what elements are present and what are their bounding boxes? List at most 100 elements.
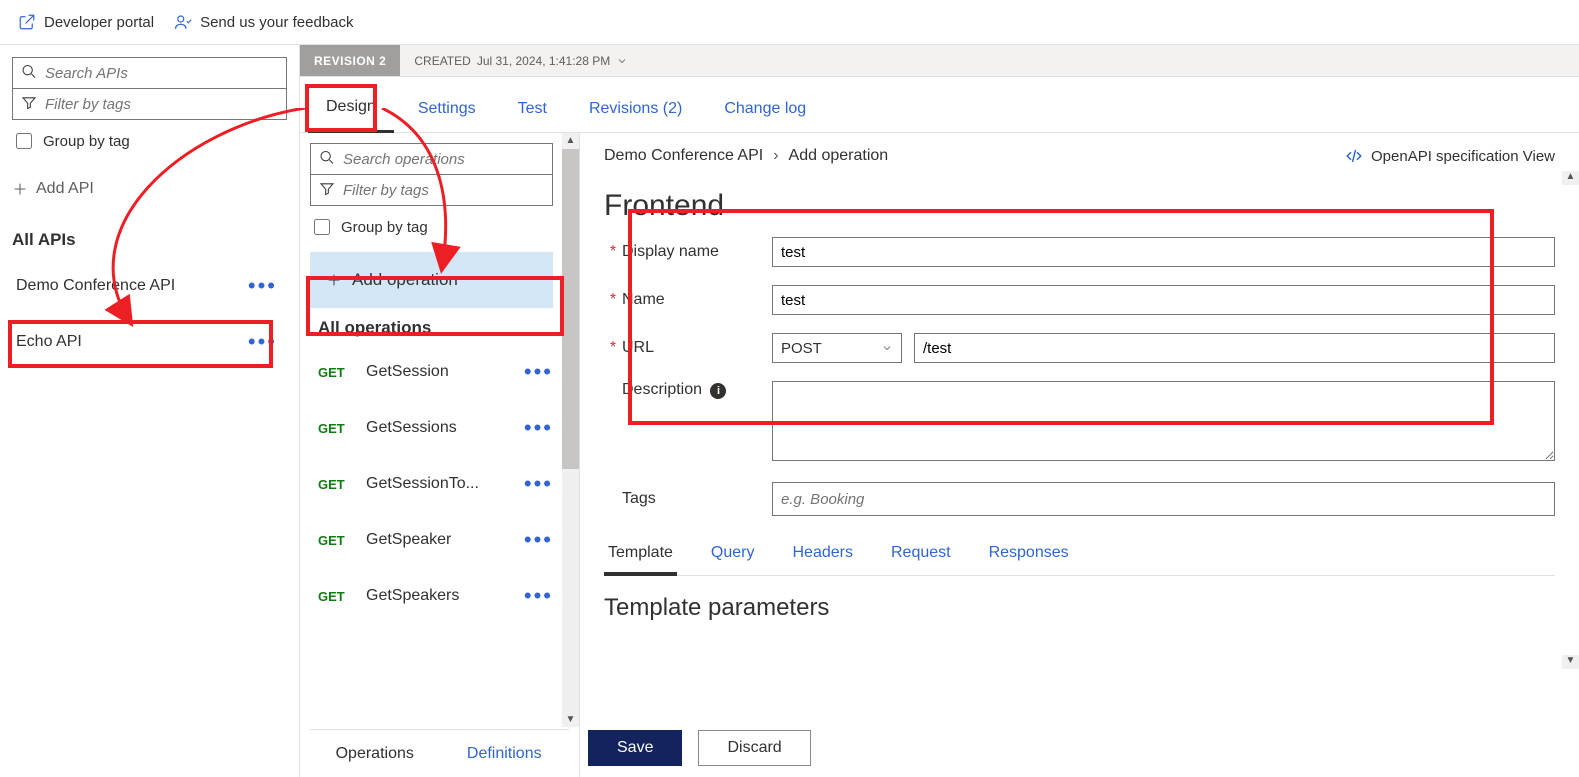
save-button[interactable]: Save xyxy=(588,730,682,766)
discard-button[interactable]: Discard xyxy=(698,730,810,766)
chevron-down-icon xyxy=(616,55,628,67)
api-item-label: Demo Conference API xyxy=(16,277,175,295)
operation-row[interactable]: GET GetSession ••• xyxy=(310,344,553,400)
tab-revisions[interactable]: Revisions (2) xyxy=(571,86,700,132)
required-indicator: * xyxy=(604,243,622,261)
search-apis-input[interactable] xyxy=(13,58,286,88)
add-api-button[interactable]: Add API xyxy=(12,180,287,198)
display-name-input[interactable] xyxy=(772,237,1555,267)
http-method-value: POST xyxy=(781,340,822,357)
external-link-icon xyxy=(18,13,36,31)
filter-icon xyxy=(21,95,37,114)
operation-menu-button[interactable]: ••• xyxy=(524,471,553,497)
tab-headers[interactable]: Headers xyxy=(789,534,857,575)
description-label: Description i xyxy=(622,381,772,399)
api-item-menu-button[interactable]: ••• xyxy=(242,275,283,297)
operation-menu-button[interactable]: ••• xyxy=(524,527,553,553)
api-list-panel: Group by tag Add API All APIs Demo Confe… xyxy=(0,45,300,777)
search-icon xyxy=(21,64,37,83)
operations-scrollbar[interactable]: ▲ ▼ xyxy=(562,133,579,727)
breadcrumb-current: Add operation xyxy=(789,147,889,165)
editor-actions: Save Discard xyxy=(580,719,1579,777)
tab-template[interactable]: Template xyxy=(604,534,677,576)
template-parameters-heading: Template parameters xyxy=(604,594,1555,622)
required-indicator xyxy=(604,490,622,508)
operation-menu-button[interactable]: ••• xyxy=(524,359,553,385)
group-by-tag-apis-checkbox[interactable] xyxy=(16,133,32,149)
openapi-view-label: OpenAPI specification View xyxy=(1371,148,1555,165)
search-operations-input[interactable] xyxy=(311,144,552,174)
feedback-icon xyxy=(174,13,192,31)
openapi-view-button[interactable]: OpenAPI specification View xyxy=(1345,147,1555,165)
operation-name: GetSpeaker xyxy=(366,531,510,549)
filter-apis-input[interactable] xyxy=(13,89,286,119)
tab-responses[interactable]: Responses xyxy=(985,534,1073,575)
required-indicator: * xyxy=(604,291,622,309)
editor-scroll-up[interactable]: ▲ xyxy=(1562,171,1579,185)
tab-operations[interactable]: Operations xyxy=(310,745,440,763)
operation-row[interactable]: GET GetSessionTo... ••• xyxy=(310,456,553,512)
tab-changelog[interactable]: Change log xyxy=(706,86,824,132)
operation-menu-button[interactable]: ••• xyxy=(524,583,553,609)
filter-operations-input[interactable] xyxy=(311,175,552,205)
http-method-select[interactable]: POST xyxy=(772,333,902,363)
group-by-tag-ops[interactable]: Group by tag xyxy=(310,216,553,238)
tab-settings[interactable]: Settings xyxy=(400,86,494,132)
feedback-link[interactable]: Send us your feedback xyxy=(174,13,353,31)
http-verb: GET xyxy=(318,365,352,380)
http-verb: GET xyxy=(318,421,352,436)
revision-created-label: CREATED xyxy=(414,54,470,68)
scrollbar-thumb[interactable] xyxy=(562,149,579,469)
group-by-tag-apis[interactable]: Group by tag xyxy=(12,130,287,152)
api-item-demo-conference[interactable]: Demo Conference API ••• xyxy=(12,258,287,314)
search-apis-box[interactable] xyxy=(12,57,287,89)
breadcrumb-api[interactable]: Demo Conference API xyxy=(604,147,763,165)
description-input[interactable] xyxy=(772,381,1555,461)
editor-scroll-down[interactable]: ▼ xyxy=(1562,655,1579,669)
operation-name: GetSession xyxy=(366,363,510,381)
group-by-tag-ops-checkbox[interactable] xyxy=(314,219,330,235)
operation-name: GetSessions xyxy=(366,419,510,437)
api-item-echo[interactable]: Echo API ••• xyxy=(12,314,287,370)
plus-icon xyxy=(326,272,342,288)
revision-bar: REVISION 2 CREATED Jul 31, 2024, 1:41:28… xyxy=(300,45,1579,77)
revision-created-value: Jul 31, 2024, 1:41:28 PM xyxy=(477,54,610,68)
add-operation-button[interactable]: Add operation xyxy=(310,252,553,308)
all-apis-header: All APIs xyxy=(12,230,287,250)
command-bar: Developer portal Send us your feedback xyxy=(0,0,1579,45)
operation-row[interactable]: GET GetSpeakers ••• xyxy=(310,568,553,624)
api-item-label: Echo API xyxy=(16,333,82,351)
parameter-tabs: Template Query Headers Request Responses xyxy=(604,534,1555,576)
search-operations-box[interactable] xyxy=(310,143,553,175)
url-input[interactable] xyxy=(914,333,1555,363)
url-label: URL xyxy=(622,339,772,357)
tab-query[interactable]: Query xyxy=(707,534,759,575)
tags-label: Tags xyxy=(622,490,772,508)
name-input[interactable] xyxy=(772,285,1555,315)
tab-definitions[interactable]: Definitions xyxy=(440,745,570,763)
operation-menu-button[interactable]: ••• xyxy=(524,415,553,441)
search-icon xyxy=(319,150,335,169)
required-indicator xyxy=(604,381,622,399)
filter-apis-box[interactable] xyxy=(12,88,287,120)
revision-badge: REVISION 2 xyxy=(300,45,400,76)
operations-panel: Group by tag Add operation All operation… xyxy=(300,133,580,777)
scroll-up-icon[interactable]: ▲ xyxy=(566,133,576,148)
revision-created[interactable]: CREATED Jul 31, 2024, 1:41:28 PM xyxy=(400,54,642,68)
name-label: Name xyxy=(622,291,772,309)
tab-request[interactable]: Request xyxy=(887,534,955,575)
api-item-menu-button[interactable]: ••• xyxy=(242,331,283,353)
tags-input[interactable] xyxy=(772,482,1555,516)
tab-test[interactable]: Test xyxy=(500,86,565,132)
info-icon[interactable]: i xyxy=(710,383,726,399)
operation-row[interactable]: GET GetSpeaker ••• xyxy=(310,512,553,568)
tab-design[interactable]: Design xyxy=(308,84,394,133)
filter-icon xyxy=(319,181,335,200)
group-by-tag-apis-label: Group by tag xyxy=(43,133,130,150)
developer-portal-link[interactable]: Developer portal xyxy=(18,13,154,31)
operation-row[interactable]: GET GetSessions ••• xyxy=(310,400,553,456)
scroll-down-icon[interactable]: ▼ xyxy=(566,712,576,727)
http-verb: GET xyxy=(318,589,352,604)
required-indicator: * xyxy=(604,339,622,357)
filter-operations-box[interactable] xyxy=(310,174,553,206)
